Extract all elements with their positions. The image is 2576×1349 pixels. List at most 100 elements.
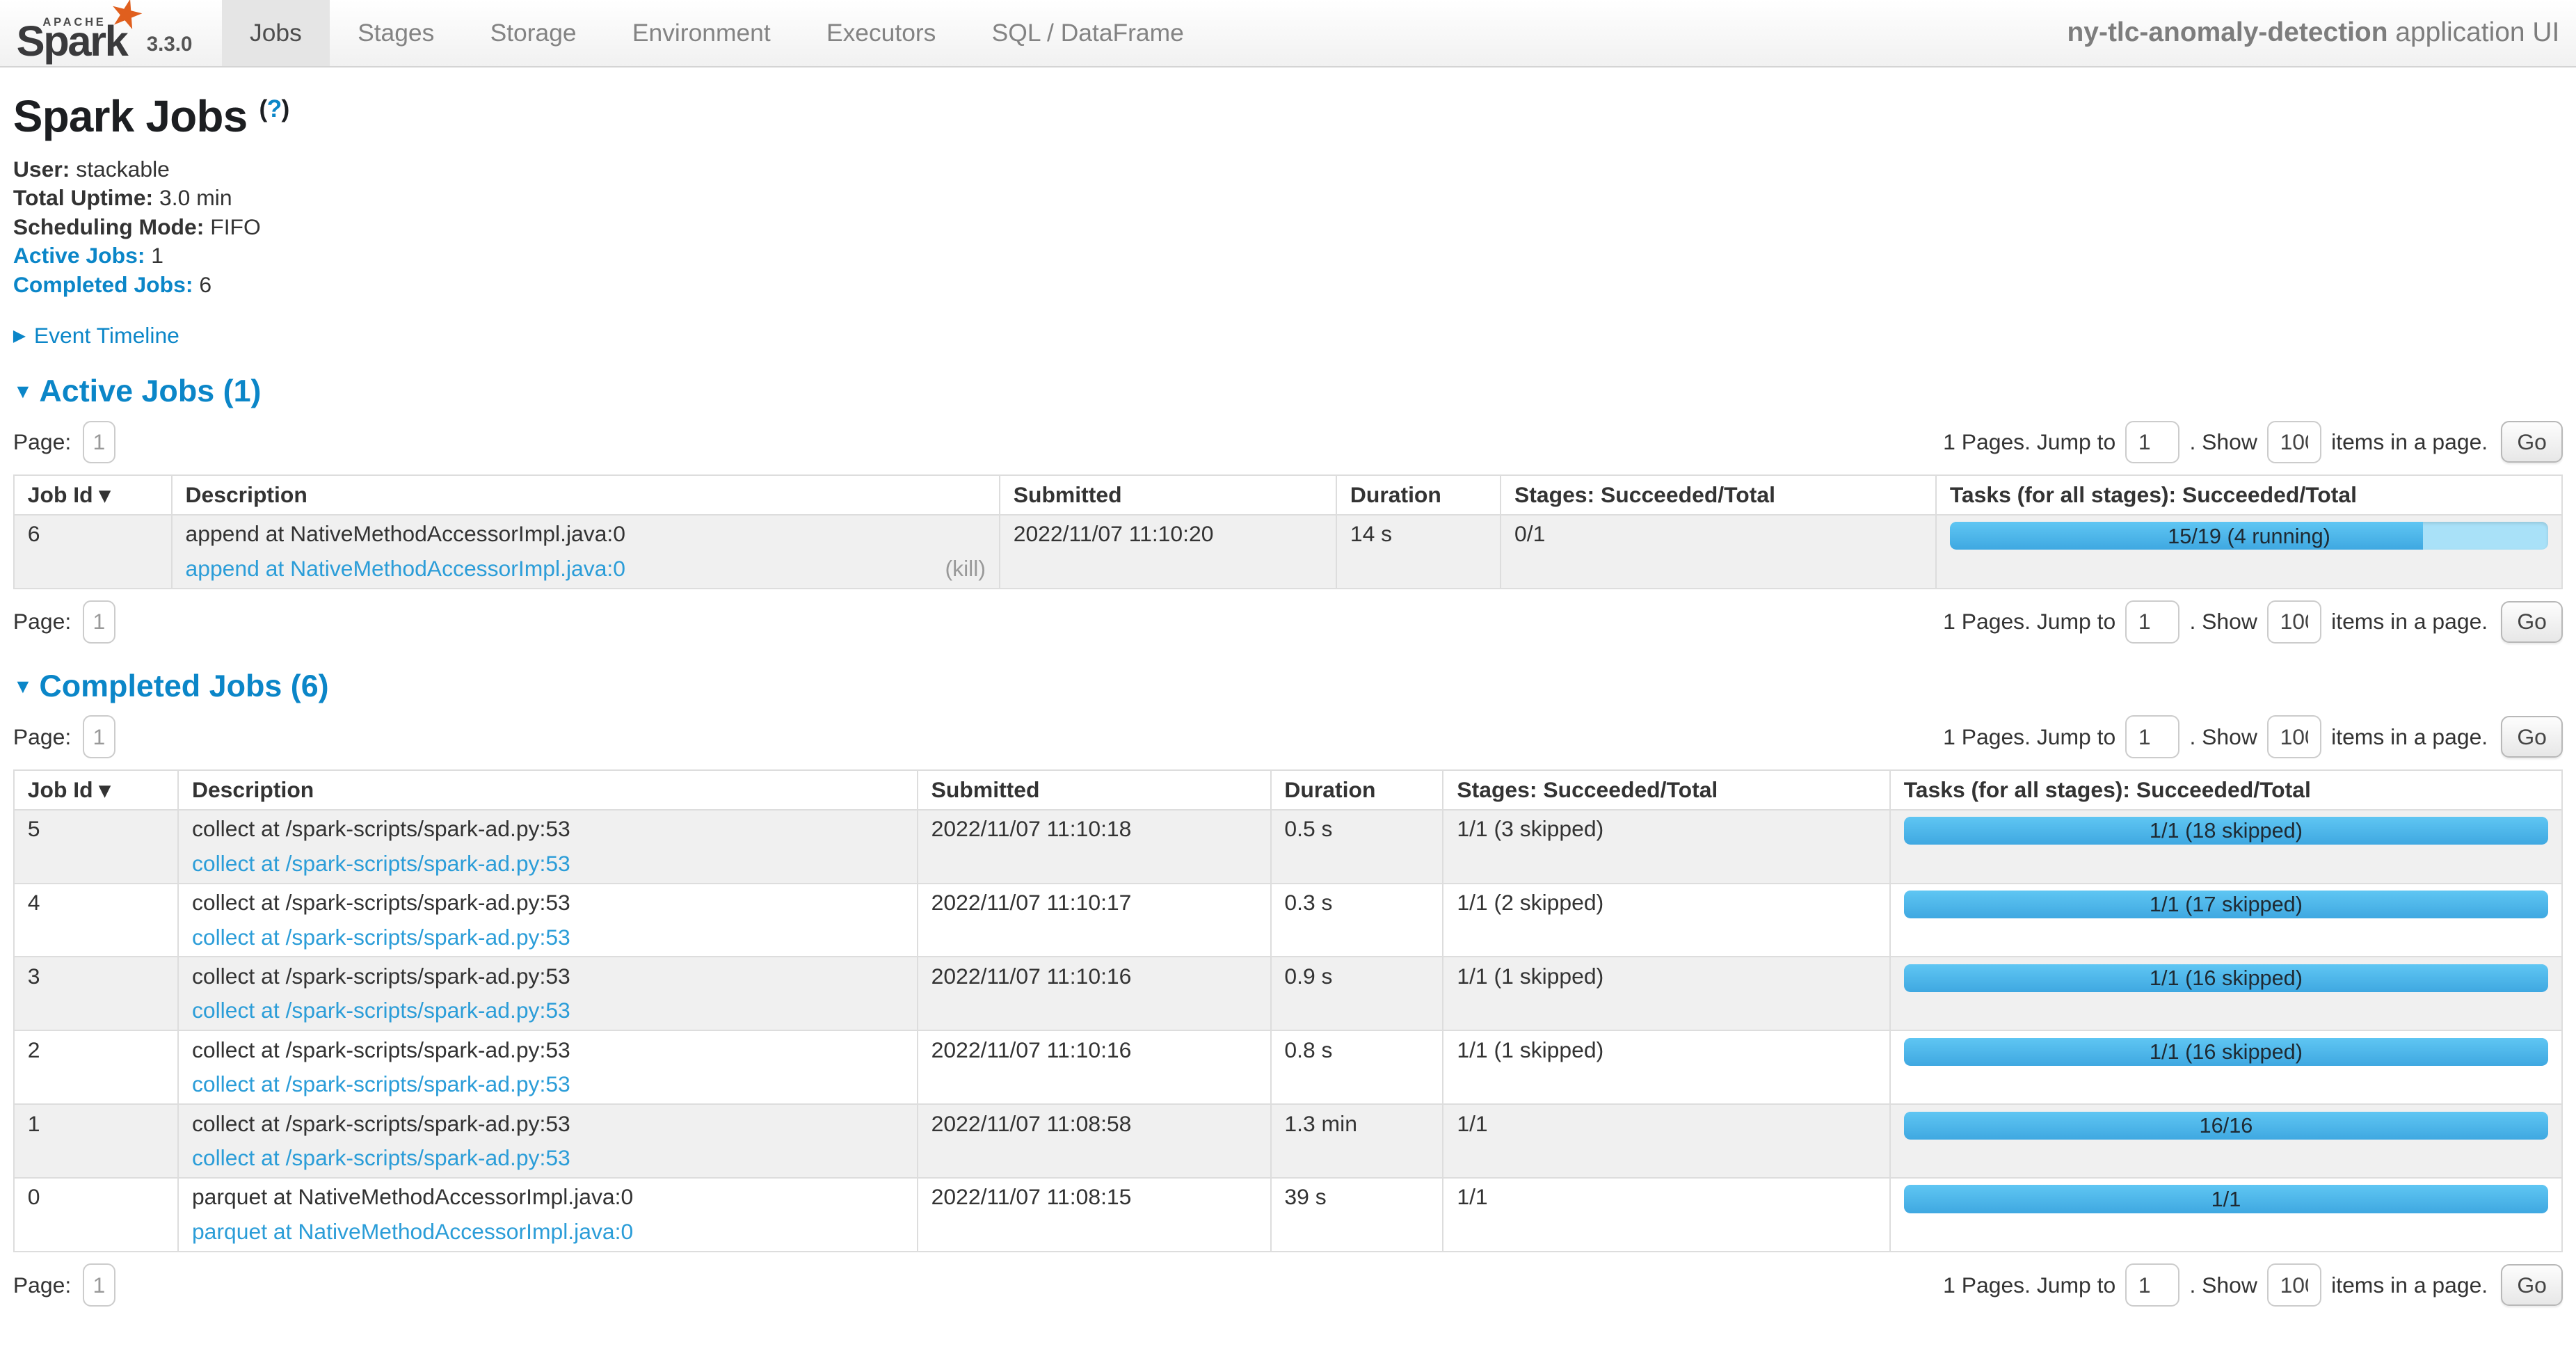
column-header-5[interactable]: Tasks (for all stages): Succeeded/Total xyxy=(1890,770,2562,809)
show-label: . Show xyxy=(2189,609,2257,634)
pager-page-indicator: Page:1 xyxy=(13,1263,115,1306)
job-description-line2: collect at /spark-scripts/spark-ad.py:53 xyxy=(192,1072,904,1096)
job-description-text: collect at /spark-scripts/spark-ad.py:53 xyxy=(192,891,904,915)
page-label: Page: xyxy=(13,429,71,455)
app-title-suffix: application UI xyxy=(2388,17,2560,47)
task-progress-label: 16/16 xyxy=(1904,1112,2549,1140)
job-description-line2: parquet at NativeMethodAccessorImpl.java… xyxy=(192,1220,904,1244)
jump-to-input[interactable] xyxy=(2125,1263,2179,1306)
active-jobs-section-toggle[interactable]: ▼ Active Jobs (1) xyxy=(13,373,2563,409)
stages-cell: 1/1 xyxy=(1443,1178,1889,1252)
submitted-cell: 2022/11/07 11:10:16 xyxy=(918,957,1271,1030)
column-header-2[interactable]: Submitted xyxy=(1000,475,1336,514)
completed-jobs-section-toggle[interactable]: ▼Completed Jobs (6) xyxy=(13,668,2563,704)
column-header-0[interactable]: Job Id ▾ xyxy=(14,475,172,514)
active-jobs-pager-top: Page:11 Pages. Jump to. Showitems in a p… xyxy=(13,421,2563,463)
active-jobs-pager-bottom: Page:11 Pages. Jump to. Showitems in a p… xyxy=(13,600,2563,643)
go-button[interactable]: Go xyxy=(2501,421,2563,463)
app-title: ny-tlc-anomaly-detection application UI xyxy=(2067,17,2576,48)
job-id-cell: 5 xyxy=(14,810,178,884)
job-id-cell: 6 xyxy=(14,515,172,589)
items-label: items in a page. xyxy=(2331,429,2488,455)
column-header-1[interactable]: Description xyxy=(178,770,918,809)
job-row-1: 1collect at /spark-scripts/spark-ad.py:5… xyxy=(14,1104,2562,1178)
column-header-2[interactable]: Submitted xyxy=(918,770,1271,809)
job-description-text: collect at /spark-scripts/spark-ad.py:53 xyxy=(192,817,904,841)
pager-page-indicator: Page:1 xyxy=(13,715,115,758)
submitted-cell: 2022/11/07 11:10:20 xyxy=(1000,515,1336,589)
duration-cell: 14 s xyxy=(1336,515,1501,589)
column-header-3[interactable]: Duration xyxy=(1336,475,1501,514)
job-description-line2: append at NativeMethodAccessorImpl.java:… xyxy=(185,557,985,581)
job-row-0: 0parquet at NativeMethodAccessorImpl.jav… xyxy=(14,1178,2562,1252)
job-description-line2: collect at /spark-scripts/spark-ad.py:53 xyxy=(192,925,904,950)
job-id-cell: 4 xyxy=(14,884,178,957)
navbar: APACHE Spark ★ 3.3.0 JobsStagesStorageEn… xyxy=(0,0,2576,67)
task-progress-bar: 1/1 (16 skipped) xyxy=(1904,964,2549,992)
job-id-cell: 2 xyxy=(14,1030,178,1104)
job-detail-link[interactable]: collect at /spark-scripts/spark-ad.py:53 xyxy=(192,925,570,950)
summary-label[interactable]: Completed Jobs: xyxy=(13,272,193,297)
pager-page-indicator: Page:1 xyxy=(13,421,115,463)
column-header-4[interactable]: Stages: Succeeded/Total xyxy=(1501,475,1936,514)
column-header-4[interactable]: Stages: Succeeded/Total xyxy=(1443,770,1889,809)
submitted-cell: 2022/11/07 11:10:18 xyxy=(918,810,1271,884)
summary-label: Scheduling Mode: xyxy=(13,214,204,239)
tab-stages[interactable]: Stages xyxy=(330,0,463,66)
show-label: . Show xyxy=(2189,724,2257,750)
job-detail-link[interactable]: collect at /spark-scripts/spark-ad.py:53 xyxy=(192,998,570,1023)
submitted-cell: 2022/11/07 11:10:17 xyxy=(918,884,1271,957)
spark-star-icon: ★ xyxy=(104,0,148,38)
tab-storage[interactable]: Storage xyxy=(462,0,604,66)
submitted-cell: 2022/11/07 11:08:15 xyxy=(918,1178,1271,1252)
event-timeline-toggle[interactable]: ▶Event Timeline xyxy=(13,323,2563,349)
page-title: Spark Jobs (?) xyxy=(13,90,2563,142)
jump-to-input[interactable] xyxy=(2125,600,2179,643)
expanded-arrow-icon: ▼ xyxy=(13,381,33,404)
tasks-cell: 16/16 xyxy=(1890,1104,2562,1178)
pager-row: Page:11 Pages. Jump to. Showitems in a p… xyxy=(13,600,2563,643)
tab-environment[interactable]: Environment xyxy=(605,0,799,66)
page-size-input[interactable] xyxy=(2267,1263,2321,1306)
go-button[interactable]: Go xyxy=(2501,1264,2563,1306)
pager-controls: 1 Pages. Jump to. Showitems in a page.Go xyxy=(1943,1263,2563,1306)
stages-cell: 1/1 (2 skipped) xyxy=(1443,884,1889,957)
pager-row: Page:11 Pages. Jump to. Showitems in a p… xyxy=(13,715,2563,758)
page-size-input[interactable] xyxy=(2267,600,2321,643)
page-title-text: Spark Jobs xyxy=(13,91,248,141)
task-progress-label: 1/1 (18 skipped) xyxy=(1904,817,2549,845)
job-description-cell: collect at /spark-scripts/spark-ad.py:53… xyxy=(178,957,918,1030)
column-header-3[interactable]: Duration xyxy=(1271,770,1443,809)
items-label: items in a page. xyxy=(2331,1272,2488,1298)
job-detail-link[interactable]: append at NativeMethodAccessorImpl.java:… xyxy=(185,557,625,581)
job-detail-link[interactable]: collect at /spark-scripts/spark-ad.py:53 xyxy=(192,852,570,876)
task-progress-label: 1/1 (16 skipped) xyxy=(1904,1038,2549,1066)
pager-controls: 1 Pages. Jump to. Showitems in a page.Go xyxy=(1943,715,2563,758)
tab-jobs[interactable]: Jobs xyxy=(222,0,330,66)
go-button[interactable]: Go xyxy=(2501,601,2563,643)
page-size-input[interactable] xyxy=(2267,715,2321,758)
jump-to-input[interactable] xyxy=(2125,421,2179,463)
completed-jobs-title: Completed Jobs (6) xyxy=(39,668,328,703)
job-detail-link[interactable]: collect at /spark-scripts/spark-ad.py:53 xyxy=(192,1072,570,1096)
jump-to-input[interactable] xyxy=(2125,715,2179,758)
page-size-input[interactable] xyxy=(2267,421,2321,463)
column-header-1[interactable]: Description xyxy=(172,475,1000,514)
spark-logo[interactable]: APACHE Spark ★ 3.3.0 xyxy=(0,0,199,66)
job-detail-link[interactable]: collect at /spark-scripts/spark-ad.py:53 xyxy=(192,1146,570,1170)
tab-executors[interactable]: Executors xyxy=(799,0,964,66)
go-button[interactable]: Go xyxy=(2501,716,2563,758)
page-label: Page: xyxy=(13,724,71,750)
table-header-row: Job Id ▾DescriptionSubmittedDurationStag… xyxy=(14,475,2562,514)
column-header-5[interactable]: Tasks (for all stages): Succeeded/Total xyxy=(1936,475,2562,514)
summary-label[interactable]: Active Jobs: xyxy=(13,243,145,268)
column-header-0[interactable]: Job Id ▾ xyxy=(14,770,178,809)
job-description-text: parquet at NativeMethodAccessorImpl.java… xyxy=(192,1185,904,1209)
help-link[interactable]: ? xyxy=(267,95,282,122)
job-id-cell: 3 xyxy=(14,957,178,1030)
items-label: items in a page. xyxy=(2331,724,2488,750)
job-detail-link[interactable]: parquet at NativeMethodAccessorImpl.java… xyxy=(192,1220,633,1244)
active-jobs-title: Active Jobs (1) xyxy=(39,373,261,408)
tab-sql-dataframe[interactable]: SQL / DataFrame xyxy=(964,0,1212,66)
kill-link[interactable]: (kill) xyxy=(945,557,986,581)
